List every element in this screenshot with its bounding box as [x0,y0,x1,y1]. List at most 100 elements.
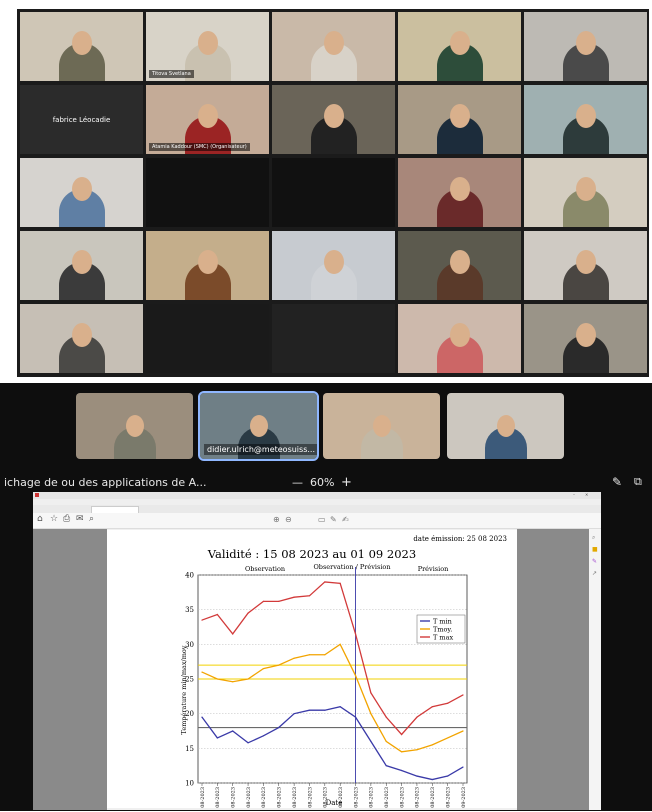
data-point [447,737,449,739]
highlight-tool-icon[interactable]: ✎ [592,558,597,565]
participant-tile[interactable] [272,85,395,154]
participant-tile[interactable]: Atamia Kaddour (SMC) (Organisateur) [146,85,269,154]
x-tick-label: 31-08-2023 [445,787,451,808]
data-point [447,702,449,704]
sign-icon[interactable]: ✍ [342,515,349,524]
bookmark-icon[interactable]: ☆ [50,514,58,524]
x-tick-label: 01-09-2023 [461,787,467,808]
emission-date: date émission: 25 08 2023 [413,535,507,543]
participant-tile[interactable] [524,85,647,154]
data-point [370,692,372,694]
participant-tile[interactable] [524,231,647,300]
data-point [400,751,403,753]
data-point [308,654,311,656]
participant-tile[interactable] [20,304,143,373]
participant-head [575,104,596,128]
data-point [262,668,265,670]
participant-head [71,31,92,55]
x-tick-label: 17-08-2023 [231,787,237,808]
data-point [324,581,326,583]
participant-tile[interactable] [146,158,269,227]
x-tick-label: 24-08-2023 [338,787,344,808]
participant-tile[interactable] [398,12,521,81]
popout-icon[interactable]: ⧉ [634,475,642,489]
participant-head [323,104,344,128]
data-point [354,716,357,718]
data-point [400,733,403,736]
participant-head [575,250,596,274]
zoom-in-button[interactable]: + [341,475,352,490]
x-tick-label: 22-08-2023 [307,787,313,808]
share-title: ichage de ou des applications de A... [4,476,207,489]
data-point [354,674,357,677]
zoom-tool-icon[interactable]: ⌕ [592,534,595,542]
page-down-icon[interactable]: ⊖ [285,515,292,524]
x-tick-label: 29-08-2023 [415,787,421,808]
participant-thumbnail[interactable] [76,393,193,459]
period-label-observation-prevision: Observation / Prévision [313,563,390,571]
data-point [354,633,357,635]
participant-tile[interactable] [20,158,143,227]
mail-icon[interactable]: ✉ [76,514,84,524]
data-point [278,600,280,602]
zoom-out-button[interactable]: — [292,476,303,489]
participant-tile[interactable] [20,12,143,81]
participant-tile[interactable] [272,304,395,373]
participant-tile[interactable] [398,158,521,227]
minimize-icon[interactable]: – [573,492,575,497]
data-point [385,765,387,767]
pen-icon[interactable]: ✎ [330,515,337,524]
participant-head [323,31,344,55]
participant-tile[interactable] [524,158,647,227]
annotate-icon[interactable]: ✎ [612,475,622,489]
data-point [400,769,403,772]
right-gutter [517,529,589,810]
participant-head [449,250,470,274]
data-point [370,713,372,715]
participant-tile[interactable] [524,12,647,81]
print-icon[interactable]: ⎙ [63,514,70,524]
search-icon[interactable]: ⌕ [89,514,94,524]
tab-bar [33,505,601,514]
participant-tile[interactable]: Titova Svetlana [146,12,269,81]
data-point [462,730,464,732]
y-tick-label: 15 [185,745,194,753]
participant-tile[interactable] [272,231,395,300]
comment-icon[interactable]: ▭ [318,515,326,524]
participant-thumbnail[interactable]: didier.ulrich@meteosuiss... [198,391,319,461]
data-point [416,749,418,751]
participant-tile[interactable]: fabrice Léocadie [20,85,143,154]
home-icon[interactable]: ⌂ [37,514,43,524]
window-titlebar: – ✕ [33,492,601,499]
participant-tile[interactable] [398,304,521,373]
participant-tile[interactable] [524,304,647,373]
close-icon[interactable]: ✕ [585,492,588,497]
participant-tile[interactable] [398,85,521,154]
participant-thumbnail[interactable] [447,393,564,459]
participant-thumbnail[interactable] [323,393,440,459]
share-tool-icon[interactable]: ↗ [592,570,597,577]
participant-tile[interactable] [146,231,269,300]
data-point [247,678,249,680]
right-tool-panel: ⌕ ■ ✎ ↗ [589,529,601,810]
data-point [278,726,280,729]
x-tick-label: 18-08-2023 [246,787,252,808]
data-point [216,613,218,616]
data-point [232,633,234,635]
y-axis-label: Température min/max/moy [180,645,188,734]
participant-tile[interactable] [272,158,395,227]
participant-tile[interactable] [20,231,143,300]
participant-head [449,31,470,55]
data-point [308,709,311,711]
note-tool-icon[interactable]: ■ [592,546,598,553]
series-line [201,706,464,781]
participant-head [449,177,470,201]
data-point [216,678,218,680]
participant-tile[interactable] [272,12,395,81]
app-icon [35,493,39,497]
participant-tile[interactable] [398,231,521,300]
page-up-icon[interactable]: ⊕ [273,515,280,524]
participant-head [575,323,596,347]
participant-tile[interactable] [146,304,269,373]
left-gutter [33,529,107,810]
